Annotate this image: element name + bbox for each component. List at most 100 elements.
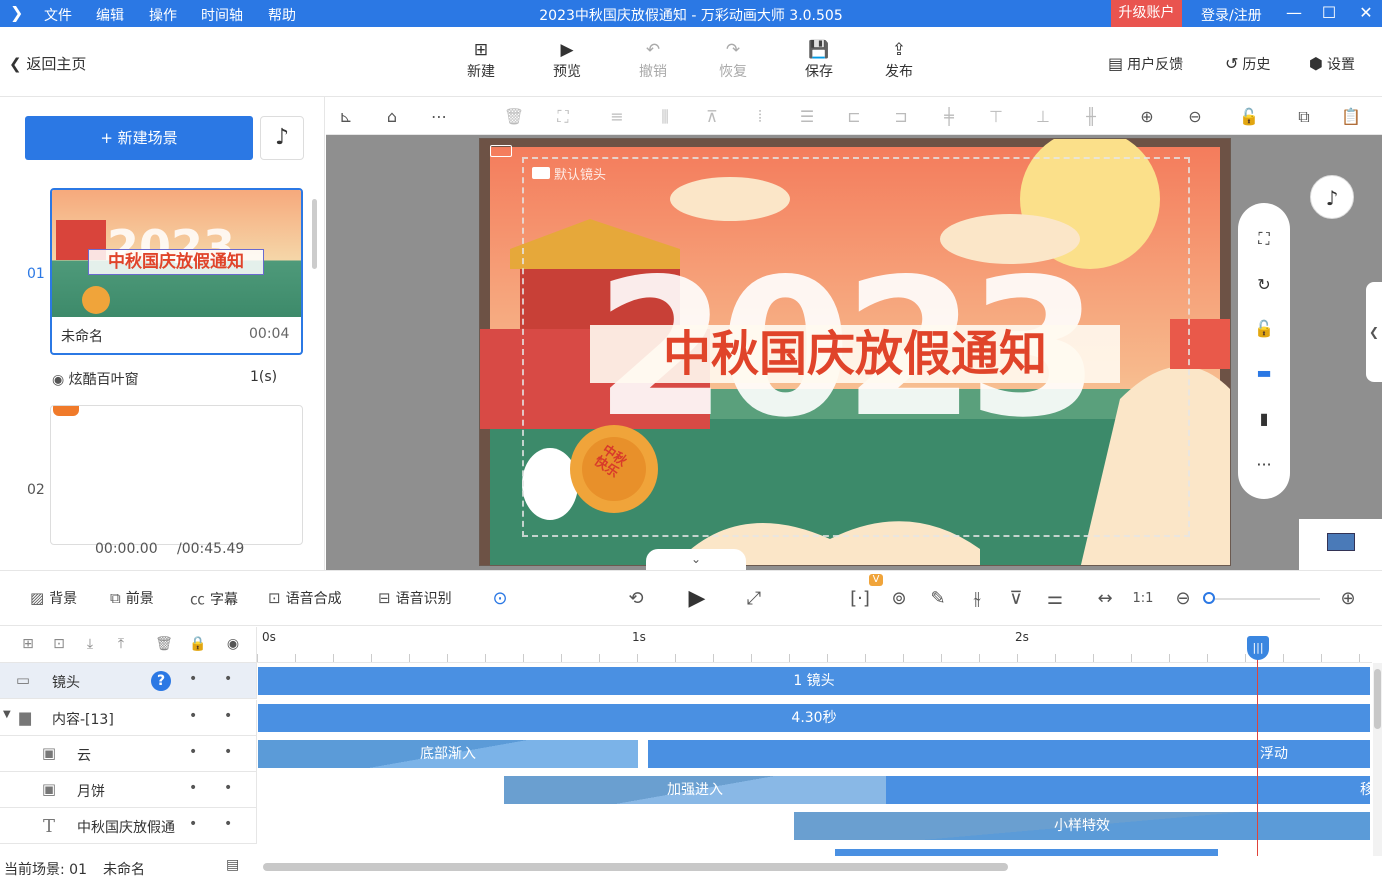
layer-row-content[interactable]: ▼ ▆ 内容-[13] • • [0, 700, 257, 736]
close-icon[interactable]: ✕ [1355, 2, 1377, 24]
align-left-icon[interactable]: ≡ [606, 106, 628, 128]
fit-width-icon[interactable]: ↔ [1093, 587, 1117, 611]
zoom-slider-track[interactable] [1208, 598, 1320, 600]
minimize-icon[interactable]: — [1283, 2, 1305, 24]
move-down-icon[interactable]: ⤓ [81, 636, 99, 652]
transition-item[interactable]: ◉ 炫酷百叶窗 [52, 369, 139, 389]
menu-timeline[interactable]: 时间轴 [201, 5, 243, 25]
foreground-tool[interactable]: ⧉ 前景 [110, 588, 154, 608]
new-scene-button[interactable]: + 新建场景 [25, 116, 253, 160]
visible-dot[interactable]: • [224, 816, 232, 832]
desktop-icon[interactable]: ▬ [1252, 361, 1276, 385]
align-vcenter-icon[interactable]: ⫼ [654, 106, 676, 128]
menu-help[interactable]: 帮助 [268, 5, 296, 25]
delete-layer-icon[interactable]: 🗑 [155, 636, 173, 652]
collapse-panel-icon[interactable]: ❮ [1366, 282, 1382, 382]
scene-thumbnail-02[interactable] [50, 405, 303, 545]
paste-icon[interactable]: 📋 [1340, 106, 1362, 128]
adjust-icon[interactable]: ⚌ [1043, 587, 1067, 611]
mooncake-enter-bar[interactable]: 加强进入 [504, 776, 886, 804]
menu-edit[interactable]: 编辑 [96, 5, 124, 25]
add-folder-icon[interactable]: ⊞ [19, 636, 37, 652]
mooncake-move-bar[interactable]: 移 [886, 776, 1370, 804]
layer-row-mooncake[interactable]: ▣ 月饼 • • [0, 772, 257, 808]
fullscreen-icon[interactable]: ⤢ [742, 587, 766, 611]
headline-text[interactable]: 中秋国庆放假通知 [590, 325, 1120, 383]
align-top-icon[interactable]: ⊼ [701, 106, 723, 128]
tts-tool[interactable]: ⊡ 语音合成 [268, 588, 342, 608]
visible-dot[interactable]: • [224, 780, 232, 796]
notes-icon[interactable]: ▤ [226, 857, 239, 873]
camera-bar[interactable]: 1 镜头 [258, 667, 1370, 695]
settings-button[interactable]: ⬢ 设置 [1309, 54, 1355, 74]
new-button[interactable]: ⊞ 新建 [456, 39, 506, 81]
maximize-icon[interactable]: ☐ [1318, 2, 1340, 24]
music-icon[interactable]: ♪ [260, 116, 304, 160]
back-home-button[interactable]: ❮ 返回主页 [9, 53, 86, 74]
align-middle-icon[interactable]: ╫ [1080, 106, 1102, 128]
move-up-icon[interactable]: ⤒ [112, 636, 130, 652]
history-button[interactable]: ↺ 历史 [1225, 54, 1270, 74]
zoom-slider-handle[interactable] [1203, 592, 1215, 604]
lock-dot[interactable]: • [189, 780, 197, 796]
mobile-icon[interactable]: ▮ [1252, 407, 1276, 431]
add-layer-icon[interactable]: ⊡ [50, 636, 68, 652]
replay-icon[interactable]: ⟲ [624, 587, 648, 611]
actual-size-icon[interactable]: 1:1 [1131, 587, 1155, 611]
delete-icon[interactable]: 🗑 [503, 106, 525, 128]
zoom-in-icon[interactable]: ⊕ [1136, 106, 1158, 128]
lock-all-icon[interactable]: 🔒 [189, 636, 207, 652]
lock-dot[interactable]: • [189, 708, 197, 724]
distribute-h-icon[interactable]: ⦙ [749, 106, 771, 128]
more-icon[interactable]: ⋯ [428, 106, 450, 128]
playhead-handle[interactable]: ||| [1247, 636, 1269, 660]
copy-icon[interactable]: ⧉ [1293, 106, 1315, 128]
zoom-out-icon[interactable]: ⊖ [1184, 106, 1206, 128]
scene-scrollbar[interactable] [312, 199, 317, 269]
visible-dot[interactable]: • [224, 708, 232, 724]
camera-marker-icon[interactable] [490, 145, 512, 157]
login-register-link[interactable]: 登录/注册 [1201, 5, 1262, 25]
partial-bar[interactable] [835, 849, 1218, 856]
filter-icon[interactable]: ⊽ [1004, 587, 1028, 611]
play-icon[interactable]: ▶ [685, 587, 709, 611]
camera-snapshot-icon[interactable]: ⊚ [887, 587, 911, 611]
scene-thumbnail-01[interactable]: 2023 中秋国庆放假通知 未命名 00:04 [50, 188, 303, 355]
lock-icon[interactable]: 🔓 [1238, 106, 1260, 128]
undo-button[interactable]: ↶ 撤销 [628, 39, 678, 81]
record-icon[interactable]: [·] [848, 587, 872, 611]
redo-button[interactable]: ↷ 恢复 [708, 39, 758, 81]
align-bottom-edge-icon[interactable]: ⊥ [1032, 106, 1054, 128]
asr-tool[interactable]: ⊟ 语音识别 [378, 588, 452, 608]
ruler-icon[interactable]: ⊾ [335, 106, 357, 128]
align-center-icon[interactable]: ╪ [938, 106, 960, 128]
content-bar[interactable]: 4.30秒 [258, 704, 1370, 732]
visible-dot[interactable]: • [224, 671, 232, 687]
visible-dot[interactable]: • [224, 744, 232, 760]
eye-icon[interactable]: ◉ [224, 636, 242, 652]
unlock-icon[interactable]: 🔓 [1252, 317, 1276, 341]
more-tools-icon[interactable]: ⊙ [488, 587, 512, 611]
minimap[interactable] [1299, 519, 1382, 570]
rotate-icon[interactable]: ↻ [1252, 273, 1276, 297]
layer-row-text[interactable]: T 中秋国庆放假通 • • [0, 808, 257, 844]
edit-icon[interactable]: ✎ [926, 587, 950, 611]
time-ruler[interactable]: 0s 1s 2s [257, 627, 1372, 663]
align-right-edge-icon[interactable]: ⊐ [890, 106, 912, 128]
timeline-vscroll[interactable] [1373, 663, 1382, 856]
distribute-v-icon[interactable]: ☰ [796, 106, 818, 128]
background-tool[interactable]: ▨ 背景 [30, 588, 77, 608]
music-float-icon[interactable]: ♪ [1310, 175, 1354, 219]
upgrade-account-button[interactable]: 升级账户 [1111, 0, 1182, 27]
text-effect-bar[interactable]: 小样特效 [794, 812, 1370, 840]
lock-dot[interactable]: • [189, 816, 197, 832]
align-top-edge-icon[interactable]: ⊤ [985, 106, 1007, 128]
menu-operate[interactable]: 操作 [149, 5, 177, 25]
timeline-hscroll-thumb[interactable] [263, 863, 1008, 871]
feedback-button[interactable]: ▤ 用户反馈 [1108, 54, 1183, 74]
help-icon[interactable]: ? [151, 671, 171, 691]
save-button[interactable]: 💾 保存 [794, 39, 844, 81]
home-icon[interactable]: ⌂ [381, 106, 403, 128]
stage-canvas[interactable]: 默认镜头 2023 中秋国庆放假通知 中秋快乐 [479, 138, 1231, 566]
fit-screen-icon[interactable]: ⛶ [1252, 227, 1276, 251]
